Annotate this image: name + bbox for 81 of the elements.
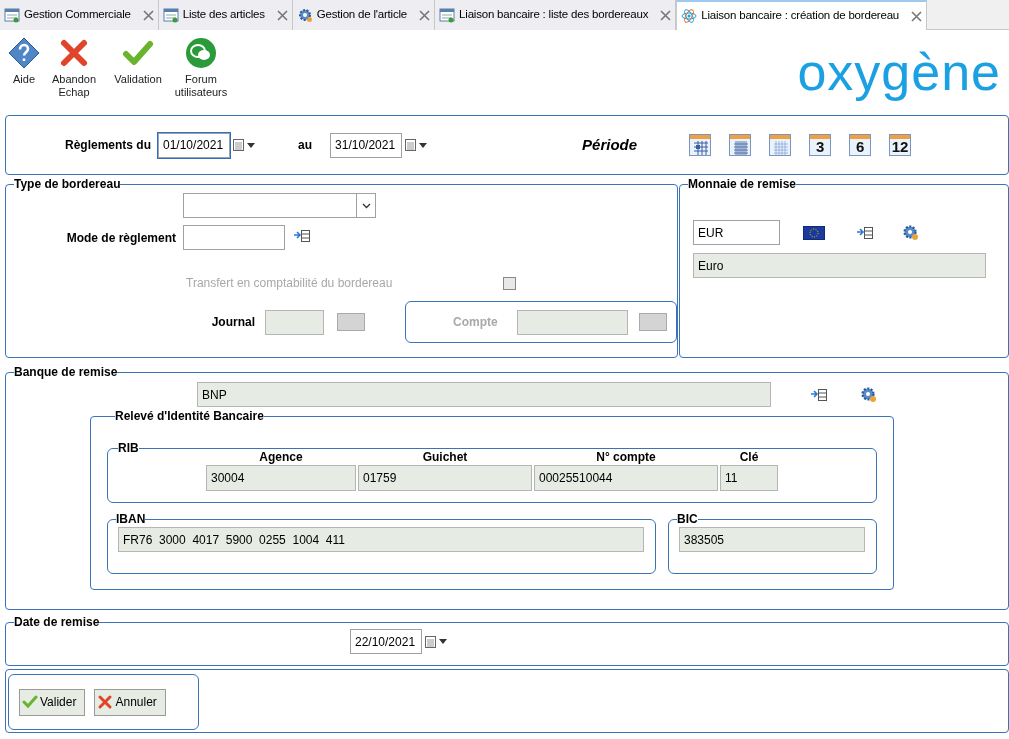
group-title: RIB xyxy=(118,442,139,454)
period-preset-button[interactable] xyxy=(729,134,752,156)
atom-icon xyxy=(681,8,698,24)
toolbar-button[interactable]: Abandon Echap xyxy=(42,37,106,99)
input-field[interactable]: FR76 3000 4017 5900 0255 1004 411 xyxy=(118,527,644,552)
gear-icon xyxy=(296,7,313,23)
tab[interactable]: Gestion de l'article xyxy=(292,0,436,30)
field-label: Journal xyxy=(210,314,255,331)
field-label: Compte xyxy=(453,314,498,331)
input-field[interactable] xyxy=(265,309,324,335)
input-field[interactable]: BNP xyxy=(197,382,771,407)
action-button[interactable]: Valider xyxy=(19,688,86,716)
cross-icon xyxy=(58,37,90,69)
input-field[interactable] xyxy=(183,225,285,250)
field-label: Règlements du xyxy=(65,137,151,154)
date-field[interactable]: 01/10/2021 xyxy=(158,132,230,158)
list-select-icon[interactable] xyxy=(857,226,873,239)
date-field[interactable]: 22/10/2021 xyxy=(350,629,422,654)
tab[interactable]: Gestion Commerciale xyxy=(0,0,159,30)
checkmark-icon xyxy=(22,694,38,710)
input-field[interactable]: 30004 xyxy=(206,465,356,491)
input-field[interactable]: EUR xyxy=(693,220,780,245)
list-select-icon[interactable] xyxy=(811,388,827,401)
chat-bubbles-icon xyxy=(185,37,217,69)
period-preset-button[interactable] xyxy=(689,134,712,156)
dropdown-arrow-icon[interactable] xyxy=(439,639,447,644)
column-header: Agence xyxy=(258,449,304,465)
column-header: Guichet xyxy=(421,449,469,465)
dropdown-arrow-icon[interactable] xyxy=(419,142,428,148)
group-title: Date de remise xyxy=(14,616,100,628)
table-icon xyxy=(439,7,456,23)
group-title: Relevé d'Identité Bancaire xyxy=(115,410,264,422)
tab[interactable]: Liaison bancaire : liste des bordereaux xyxy=(435,0,677,30)
section-title: Période xyxy=(582,134,638,155)
input-field[interactable]: 00025510044 xyxy=(534,465,718,491)
group-title: Type de bordereau xyxy=(14,178,121,190)
table-icon xyxy=(4,7,20,23)
help-icon xyxy=(8,37,40,69)
period-preset-button[interactable]: 3 xyxy=(809,134,832,156)
close-icon[interactable] xyxy=(276,9,288,21)
field-label: Transfert en comptabilité du bordereau xyxy=(186,275,394,292)
table-icon xyxy=(162,7,179,23)
period-preset-button[interactable]: 6 xyxy=(849,134,872,156)
field-label: Mode de règlement xyxy=(65,229,176,247)
input-field[interactable]: 11 xyxy=(720,465,778,491)
action-button[interactable]: Annuler xyxy=(94,688,166,716)
tab[interactable]: Liste des articles xyxy=(158,0,293,30)
period-preset-button[interactable]: 12 xyxy=(889,134,912,156)
close-icon[interactable] xyxy=(419,9,431,21)
settings-icon[interactable] xyxy=(860,386,877,403)
calendar-icon[interactable] xyxy=(233,139,244,151)
input-field[interactable]: 01759 xyxy=(358,465,532,491)
chevron-down-icon xyxy=(361,202,371,209)
tab[interactable]: Liaison bancaire : création de bordereau xyxy=(676,0,928,30)
checkbox[interactable] xyxy=(503,276,516,290)
column-header: N° compte xyxy=(595,449,657,465)
list-select-icon[interactable] xyxy=(294,229,310,242)
group-title: Banque de remise xyxy=(14,366,118,378)
toolbar-button[interactable]: Validation xyxy=(106,37,170,86)
calendar-icon[interactable] xyxy=(425,635,436,648)
input-field[interactable]: Euro xyxy=(693,253,986,278)
date-field[interactable]: 31/10/2021 xyxy=(330,132,403,158)
field-label: au xyxy=(298,137,313,154)
input-field[interactable]: 383505 xyxy=(679,527,865,552)
group-title: IBAN xyxy=(116,513,146,525)
toolbar-button[interactable]: Aide xyxy=(6,37,42,86)
dropdown[interactable] xyxy=(183,193,376,218)
flag-icon[interactable] xyxy=(803,225,825,240)
toolbar-button[interactable]: Forum utilisateurs xyxy=(170,37,232,99)
dropdown-arrow-icon[interactable] xyxy=(247,142,255,148)
period-preset-button[interactable] xyxy=(769,134,792,156)
calendar-icon[interactable] xyxy=(405,139,417,151)
settings-icon[interactable] xyxy=(902,224,919,241)
close-icon[interactable] xyxy=(142,9,154,21)
cross-icon xyxy=(97,694,114,710)
group-title: Monnaie de remise xyxy=(688,178,797,190)
close-icon[interactable] xyxy=(911,10,923,22)
close-icon[interactable] xyxy=(660,9,672,21)
group-title: BIC xyxy=(677,513,698,525)
input-field[interactable] xyxy=(516,309,628,335)
column-header: Clé xyxy=(738,449,760,465)
